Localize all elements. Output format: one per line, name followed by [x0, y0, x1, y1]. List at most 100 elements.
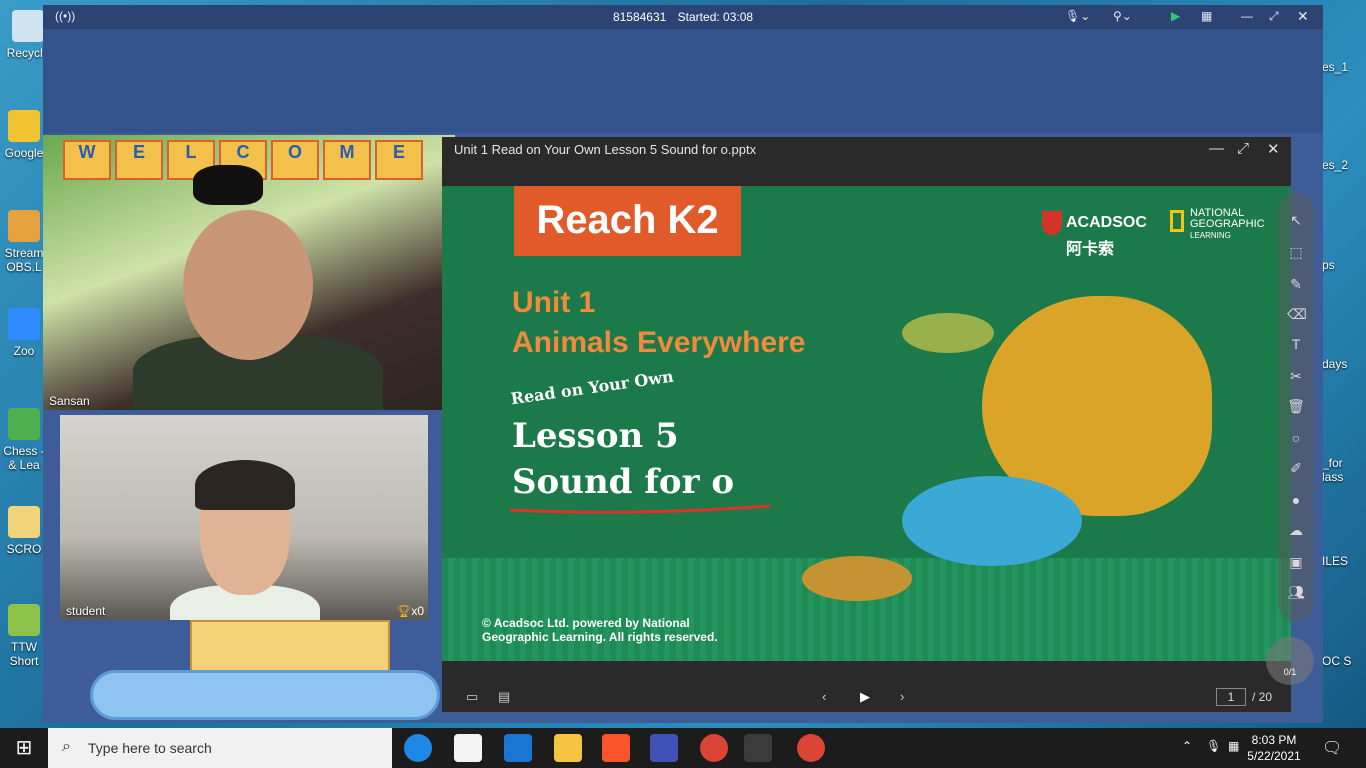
desktop-right-label[interactable]: es_1	[1322, 60, 1348, 74]
slide-file-title: Unit 1 Read on Your Own Lesson 5 Sound f…	[454, 142, 757, 157]
notification-icon[interactable]: 🗨︎	[1322, 738, 1342, 758]
natgeo-logo: NATIONAL GEOGRAPHIC LEARNING	[1170, 208, 1265, 241]
acadsoc-text: ACADSOC	[1066, 214, 1147, 232]
desktop-right-label[interactable]: OC S	[1322, 654, 1362, 668]
meeting-id: 81584631	[612, 10, 667, 24]
banner-letter: E	[115, 140, 163, 180]
toolbox-icon[interactable]: ▣	[1287, 554, 1305, 572]
acadsoc-shield-icon	[1042, 211, 1062, 235]
teacher-name-tag: Sansan	[49, 394, 90, 408]
ttw-shortcut-icon[interactable]: TTW Short	[0, 604, 48, 668]
text-icon[interactable]: T	[1287, 336, 1305, 354]
lily-pad	[902, 313, 994, 353]
close-icon[interactable]: ✕	[1267, 140, 1280, 158]
reach-logo: Reach K2	[514, 186, 741, 256]
lesson-number: Lesson 5	[512, 416, 679, 456]
pen-icon[interactable]: ✎	[1287, 276, 1305, 294]
scissors-icon[interactable]: ✂	[1287, 368, 1305, 386]
slide-viewer-window: Unit 1 Read on Your Own Lesson 5 Sound f…	[442, 137, 1291, 712]
eraser-icon[interactable]: ⌫	[1287, 306, 1307, 324]
desktop-right-label[interactable]: ILES	[1322, 554, 1348, 568]
file-explorer-icon[interactable]	[554, 734, 582, 762]
users-icon[interactable]: 👥︎	[1287, 584, 1305, 602]
scro-shortcut-icon[interactable]: SCRO	[0, 506, 48, 556]
student-video[interactable]: student 🏆︎x0	[60, 415, 428, 620]
desktop-icon-label: Zoo	[13, 344, 35, 358]
clock-date: 5/22/2021	[1247, 749, 1301, 763]
acadsoc-logo: ACADSOC 阿卡索	[1042, 211, 1147, 259]
banner-letter: M	[323, 140, 371, 180]
lesson-title: Sound for o	[512, 462, 735, 502]
store-icon[interactable]	[454, 734, 482, 762]
windows-start-icon[interactable]: ⊞	[0, 728, 48, 768]
desktop-icon-label: Google	[4, 146, 44, 160]
slide-canvas[interactable]: Reach K2 ACADSOC 阿卡索 NATIONAL GEOGRAPHIC …	[442, 186, 1291, 661]
share-icon[interactable]: ▶	[1171, 9, 1180, 23]
banner-letter: O	[271, 140, 319, 180]
close-icon[interactable]: ✕	[1297, 8, 1309, 25]
chess-shortcut-icon[interactable]: Chess - & Lea	[0, 408, 48, 472]
taskbar-clock[interactable]: 8:03 PM 5/22/2021	[1244, 732, 1304, 764]
edit-icon[interactable]: ✐	[1287, 460, 1305, 478]
previous-slide-icon[interactable]: ‹	[822, 689, 826, 704]
camera-dropdown-icon[interactable]: ⚲⌄	[1113, 9, 1132, 23]
trash-icon[interactable]: 🗑︎	[1287, 398, 1305, 416]
trophy-icon: 🏆︎	[396, 604, 412, 618]
minimize-icon[interactable]: —	[1209, 140, 1224, 157]
minimize-icon[interactable]: —	[1241, 9, 1253, 23]
network-icon[interactable]: ▦	[1228, 739, 1239, 753]
search-placeholder: Type here to search	[88, 740, 212, 756]
unit-number: Unit 1	[512, 286, 596, 319]
raise-hand-count: 0/1	[1283, 667, 1297, 677]
copyright-line: © Acadsoc Ltd. powered by National	[482, 616, 690, 630]
desktop-icon-label: SCRO	[6, 542, 42, 556]
shape-icon[interactable]: ○	[1287, 430, 1305, 448]
select-icon[interactable]: ⬚	[1287, 244, 1305, 262]
edge-icon[interactable]	[404, 734, 432, 762]
student-hair	[195, 460, 295, 510]
zoom-shortcut-icon[interactable]: Zoo	[0, 308, 48, 358]
tray-chevron-icon[interactable]: ⌃	[1182, 739, 1192, 753]
microphone-tray-icon[interactable]: 🎙︎	[1206, 739, 1221, 753]
chrome-icon[interactable]	[797, 734, 825, 762]
pointer-icon[interactable]: ↖	[1287, 212, 1305, 230]
desktop-right-label[interactable]: ps	[1322, 258, 1335, 272]
google-shortcut-icon[interactable]: Google	[0, 110, 48, 160]
active-app-icon[interactable]	[744, 734, 772, 762]
natgeo-line-2: GEOGRAPHIC	[1190, 218, 1265, 230]
thumbnail-panel-icon[interactable]: ▭	[466, 689, 478, 705]
restore-icon[interactable]: ⤢	[1269, 9, 1279, 24]
mail-icon[interactable]	[504, 734, 532, 762]
banner-letter: W	[63, 140, 111, 180]
play-icon[interactable]: ▶	[860, 689, 870, 705]
cloud-icon[interactable]: ☁	[1287, 522, 1305, 540]
layout-grid-icon[interactable]: ▦	[1201, 9, 1212, 23]
meeting-started: Started: 03:08	[677, 10, 754, 24]
desktop-right-label[interactable]: _for lass	[1322, 456, 1362, 484]
classroom-app-icon[interactable]	[650, 734, 678, 762]
notes-icon[interactable]: ▤	[498, 689, 510, 705]
fish-illustration	[902, 476, 1082, 566]
lily-pad	[802, 556, 912, 601]
desktop-right-label[interactable]: es_2	[1322, 158, 1348, 172]
taskbar-search[interactable]: ⌕ Type here to search	[48, 728, 392, 768]
desktop-right-label[interactable]: days	[1322, 357, 1347, 371]
meeting-title-bar: ((•)) 81584631 Started: 03:08 🎙︎⌄ ⚲⌄ ▶ ▦…	[43, 5, 1323, 29]
raise-hand-button[interactable]: 0/1	[1266, 637, 1314, 685]
chat-icon[interactable]: ●	[1287, 492, 1305, 510]
microphone-dropdown-icon[interactable]: 🎙︎⌄	[1065, 9, 1090, 23]
next-slide-icon[interactable]: ›	[900, 689, 904, 704]
trophy-counter: 🏆︎x0	[396, 604, 424, 618]
trophy-count: x0	[411, 604, 424, 618]
chrome-icon[interactable]	[700, 734, 728, 762]
hair-bow	[193, 165, 263, 205]
teacher-video[interactable]: W E L C O M E Sansan	[43, 135, 455, 410]
red-underline	[509, 504, 771, 514]
obs-shortcut-icon[interactable]: Stream OBS.L	[0, 210, 48, 274]
cartoon-decoration	[90, 620, 440, 720]
desktop-icon-label: TTW Short	[9, 640, 39, 668]
annotation-toolbar: ↖ ⬚ ✎ ⌫ T ✂ 🗑︎ ○ ✐ ● ☁ ▣ 👥︎	[1278, 192, 1314, 622]
maximize-icon[interactable]: ⤢	[1237, 140, 1249, 157]
page-number-input[interactable]: 1	[1216, 688, 1246, 706]
brave-icon[interactable]	[602, 734, 630, 762]
